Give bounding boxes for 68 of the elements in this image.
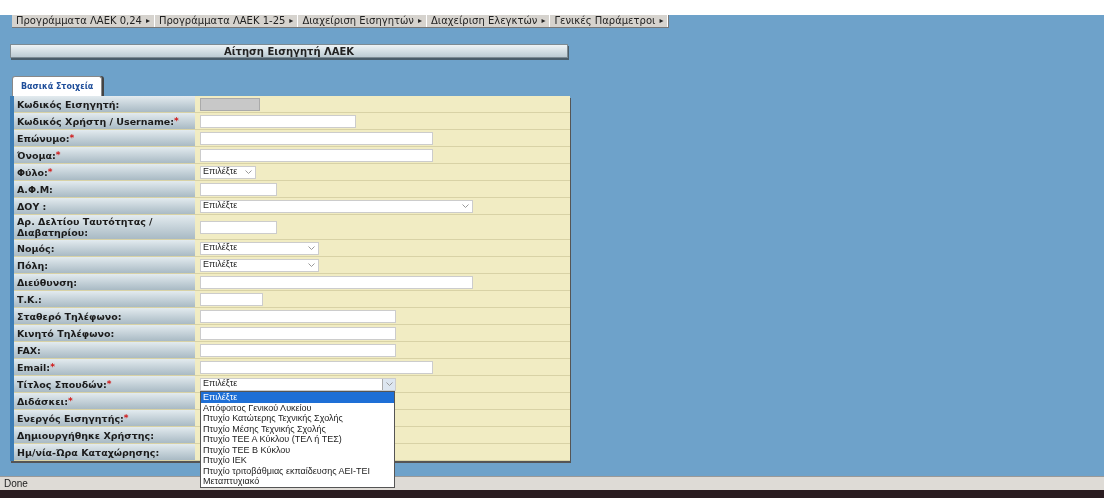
required-mark: * [123,412,129,423]
input-field[interactable] [200,292,263,306]
required-mark: * [68,395,73,407]
dropdown-option[interactable]: Πτυχίο ΤΕΕ Α Κύκλου (ΤΕΛ ή ΤΕΣ) [201,434,394,445]
field-label: Νομός: [14,240,195,256]
required-mark: * [174,115,179,127]
tab[interactable]: Βασικά Στοιχεία [12,76,103,96]
caret-icon [308,246,315,250]
field-label: Διεύθυνση: [14,274,195,290]
menu-item[interactable]: Γενικές Παράμετροι ▸ [550,15,669,27]
caret-icon [462,204,469,208]
dropdown-option[interactable]: Μεταπτυχιακό [201,476,394,487]
field-label: Ημ/νία-Ώρα Καταχώρησης: [14,444,195,460]
dropdown-option[interactable]: Πτυχίο ΤΕΕ Β Κύκλου [201,444,394,455]
field-label: Πόλη: [14,257,195,273]
select-field[interactable]: Επιλέξτε [200,199,473,213]
required-mark: * [50,361,55,373]
caret-icon [308,263,315,267]
required-mark: * [106,378,112,390]
input-field[interactable] [200,326,396,340]
dropdown-option[interactable]: Πτυχίο τριτοβάθμιας εκπαίδευσης ΑΕΙ-ΤΕΙ [201,465,394,476]
field-label: Επώνυμο:* [14,130,195,146]
select-field[interactable]: Επιλέξτε [200,377,396,391]
input-field[interactable] [200,114,356,128]
caret-icon [385,382,393,386]
field-label: Κωδικός Χρήστη / Username:* [14,113,195,129]
input-field[interactable] [200,309,396,323]
dropdown-option[interactable]: Επιλέξτε [201,392,394,403]
caret-icon [245,170,252,174]
field-label: Φύλο:* [14,164,195,180]
input-field[interactable] [200,182,277,196]
field-label: Δημιουργήθηκε Χρήστης: [14,427,195,443]
dropdown-option[interactable]: Απόφοιτος Γενικού Λυκείου [201,402,394,413]
field-label: Αρ. Δελτίου Ταυτότητας / Διαβατηρίου: [14,215,195,239]
dropdown-option[interactable]: Πτυχίο Μέσης Τεχνικής Σχολής [201,423,394,434]
field-label: Κωδικός Εισηγητή: [14,96,195,112]
input-field[interactable] [200,220,277,234]
status-text: Done [4,477,28,491]
field-label: Α.Φ.Μ: [14,181,195,197]
input-field[interactable] [200,275,473,289]
menu-item[interactable]: Διαχείριση Εισηγητών ▸ [298,15,427,27]
field-label: FAX: [14,342,195,358]
field-label: Διδάσκει:* [14,393,195,409]
select-field[interactable]: Επιλέξτε [200,241,319,255]
input-field[interactable] [200,343,396,357]
readonly-field [200,97,260,111]
select-field[interactable]: Επιλέξτε [200,165,256,179]
field-label: Όνομα:* [14,147,195,163]
input-field[interactable] [200,148,433,162]
field-label: Κινητό Τηλέφωνο: [14,325,195,341]
dropdown-option[interactable]: Πτυχίο ΙΕΚ [201,455,394,466]
required-mark: * [69,132,75,143]
menu-item[interactable]: Διαχείριση Ελεγκτών ▸ [427,15,551,27]
field-label: Σταθερό Τηλέφωνο: [14,308,195,324]
field-label: ΔΟΥ : [14,198,195,214]
field-label: Τ.Κ.: [14,291,195,307]
field-label: Ενεργός Εισηγητής:* [14,410,195,426]
menu-item[interactable]: Προγράμματα ΛΑΕΚ 0,24 ▸ [12,15,155,27]
input-field[interactable] [200,131,433,145]
required-mark: * [55,149,61,160]
input-field[interactable] [200,360,433,374]
menu-item[interactable]: Προγράμματα ΛΑΕΚ 1-25 ▸ [154,15,299,27]
field-label: Email:* [14,359,195,375]
dropdown-option[interactable]: Πτυχίο Κατώτερης Τεχνικής Σχολής [201,413,394,424]
field-label: Τίτλος Σπουδών:* [14,376,195,392]
page-title: Αίτηση Εισηγητή ΛΑΕΚ [10,44,568,58]
required-mark: * [47,166,53,178]
select-field[interactable]: Επιλέξτε [200,258,319,272]
